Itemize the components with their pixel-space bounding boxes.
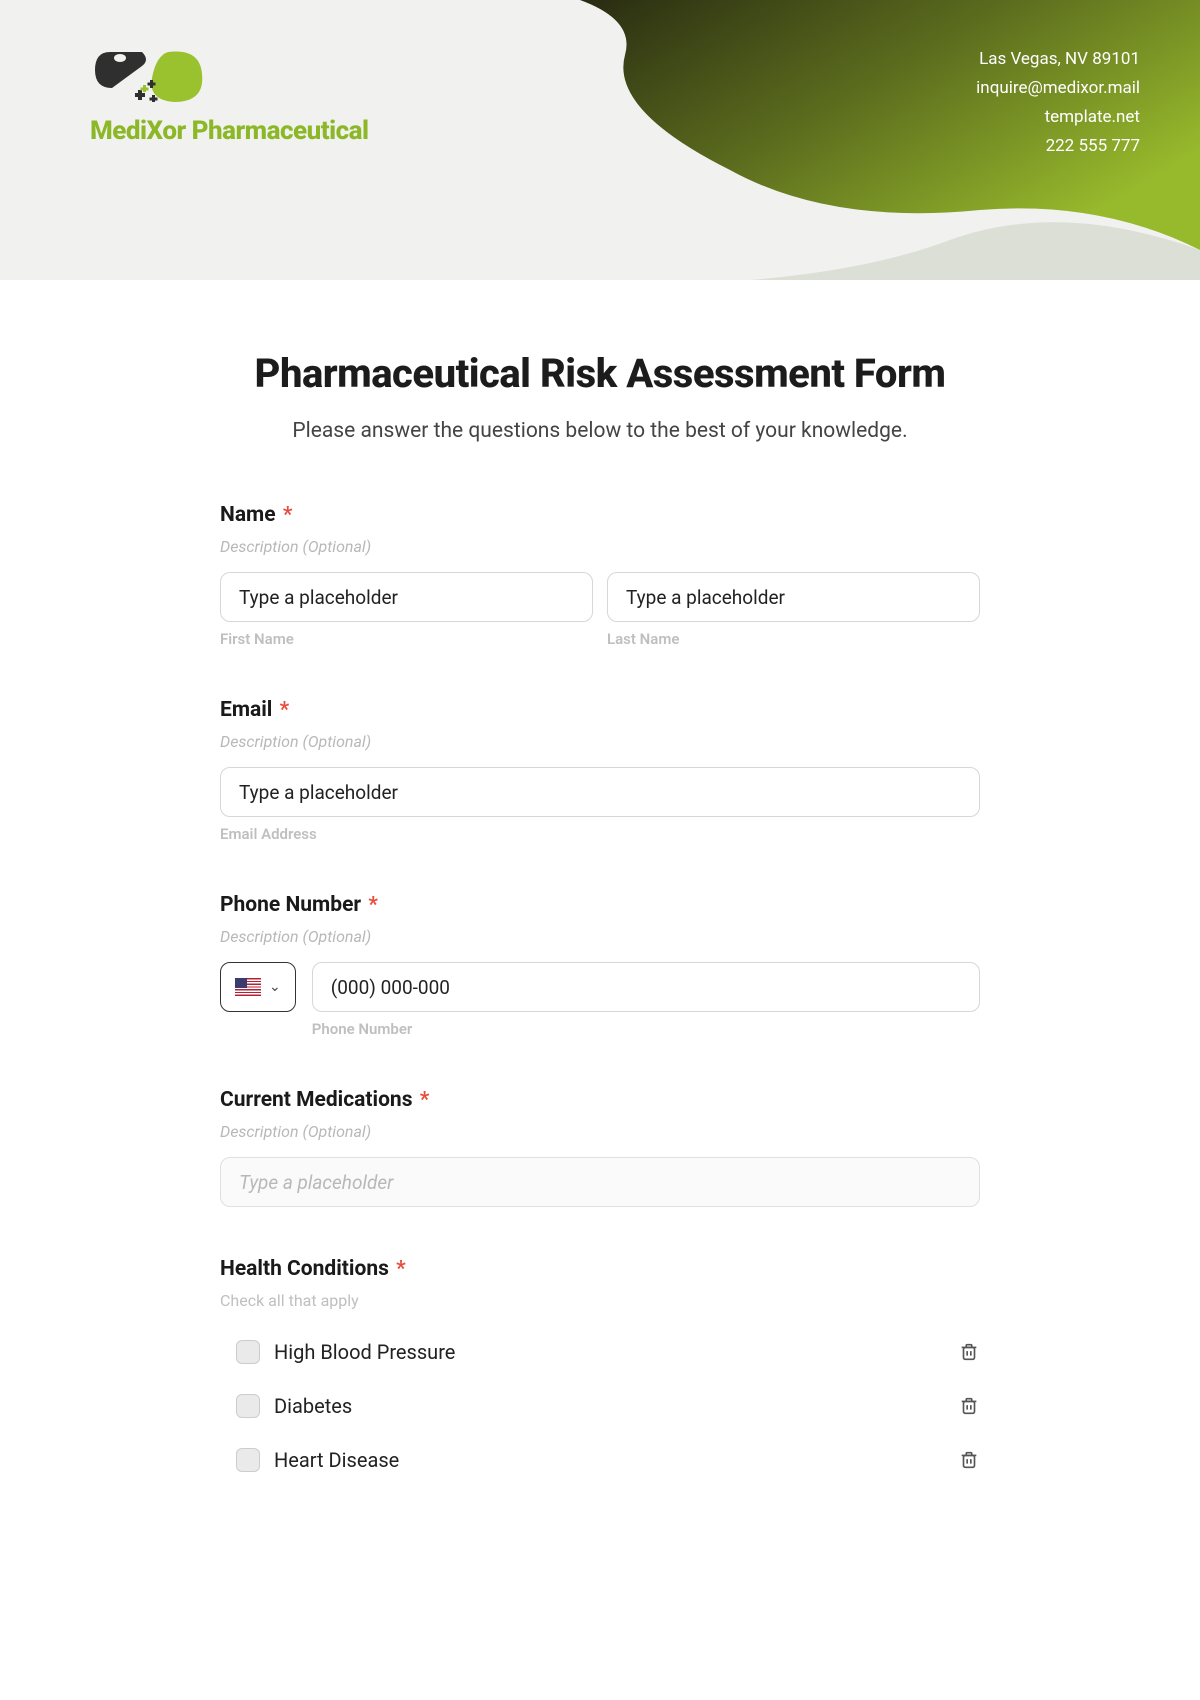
page-header: MediXor Pharmaceutical Las Vegas, NV 891… [0, 0, 1200, 280]
field-email: Email * Description (Optional) Email Add… [220, 698, 980, 843]
condition-label-2: Heart Disease [274, 1448, 944, 1472]
contact-info: Las Vegas, NV 89101 inquire@medixor.mail… [976, 45, 1140, 161]
contact-phone: 222 555 777 [976, 132, 1140, 161]
checkbox-heart-disease[interactable] [236, 1448, 260, 1472]
trash-icon[interactable] [958, 1448, 980, 1472]
logo-block: MediXor Pharmaceutical [90, 40, 369, 146]
last-name-input[interactable] [607, 572, 980, 622]
first-name-sublabel: First Name [220, 630, 593, 648]
meds-label: Current Medications * [220, 1088, 980, 1112]
conditions-label-text: Health Conditions [220, 1257, 389, 1281]
conditions-instruction: Check all that apply [220, 1291, 980, 1310]
meds-label-text: Current Medications [220, 1088, 413, 1112]
last-name-sublabel: Last Name [607, 630, 980, 648]
email-desc: Description (Optional) [220, 732, 980, 751]
us-flag-icon [235, 978, 261, 996]
phone-input[interactable] [312, 962, 980, 1012]
condition-row-0: High Blood Pressure [220, 1330, 980, 1374]
company-name: MediXor Pharmaceutical [90, 116, 369, 146]
field-medications: Current Medications * Description (Optio… [220, 1088, 980, 1207]
meds-desc: Description (Optional) [220, 1122, 980, 1141]
country-code-picker[interactable]: ⌄ [220, 962, 296, 1012]
contact-website: template.net [976, 103, 1140, 132]
medications-input[interactable] [220, 1157, 980, 1207]
required-mark: * [280, 698, 290, 722]
required-mark: * [368, 893, 378, 917]
email-sublabel: Email Address [220, 825, 980, 843]
trash-icon[interactable] [958, 1340, 980, 1364]
logo-icon [90, 40, 220, 110]
name-label: Name * [220, 503, 980, 527]
form-content: Pharmaceutical Risk Assessment Form Plea… [160, 280, 1040, 1532]
condition-row-2: Heart Disease [220, 1438, 980, 1482]
required-mark: * [283, 503, 293, 527]
checkbox-high-blood-pressure[interactable] [236, 1340, 260, 1364]
name-label-text: Name [220, 503, 276, 527]
first-name-input[interactable] [220, 572, 593, 622]
checkbox-diabetes[interactable] [236, 1394, 260, 1418]
email-input[interactable] [220, 767, 980, 817]
contact-email: inquire@medixor.mail [976, 74, 1140, 103]
form-title: Pharmaceutical Risk Assessment Form [220, 350, 980, 397]
condition-row-1: Diabetes [220, 1384, 980, 1428]
field-phone: Phone Number * Description (Optional) ⌄ … [220, 893, 980, 1038]
phone-desc: Description (Optional) [220, 927, 980, 946]
required-mark: * [420, 1088, 430, 1112]
required-mark: * [396, 1257, 406, 1281]
conditions-label: Health Conditions * [220, 1257, 980, 1281]
field-conditions: Health Conditions * Check all that apply… [220, 1257, 980, 1482]
condition-label-1: Diabetes [274, 1394, 944, 1418]
field-name: Name * Description (Optional) First Name… [220, 503, 980, 648]
condition-label-0: High Blood Pressure [274, 1340, 944, 1364]
contact-address: Las Vegas, NV 89101 [976, 45, 1140, 74]
phone-label: Phone Number * [220, 893, 980, 917]
email-label: Email * [220, 698, 980, 722]
phone-sublabel: Phone Number [312, 1020, 980, 1038]
trash-icon[interactable] [958, 1394, 980, 1418]
form-subtitle: Please answer the questions below to the… [220, 419, 980, 443]
email-label-text: Email [220, 698, 272, 722]
chevron-down-icon: ⌄ [269, 979, 281, 995]
name-desc: Description (Optional) [220, 537, 980, 556]
phone-label-text: Phone Number [220, 893, 361, 917]
